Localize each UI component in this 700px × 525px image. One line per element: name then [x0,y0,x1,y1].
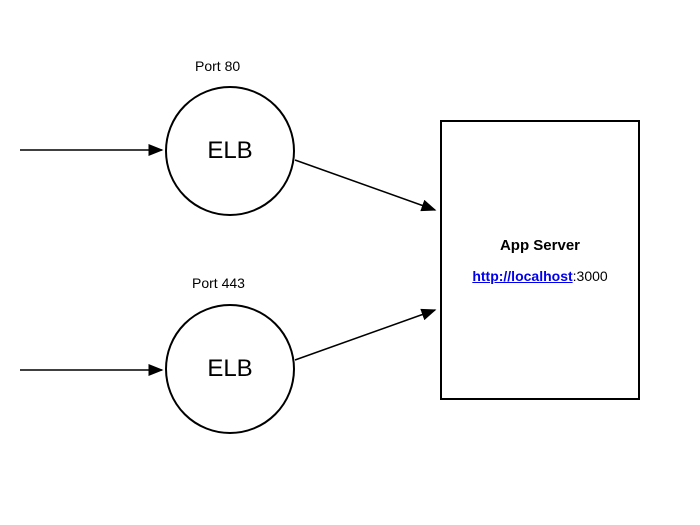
arrow-elb1-to-server [295,160,435,210]
port-443-label: Port 443 [192,275,245,291]
elb-1-text: ELB [207,137,252,165]
app-server-url: http://localhost:3000 [472,268,607,284]
port-80-label: Port 80 [195,58,240,74]
app-server-url-link[interactable]: http://localhost [472,268,572,284]
app-server-title: App Server [500,237,580,254]
diagram-canvas: Port 80 ELB Port 443 ELB App Server http… [0,0,700,525]
app-server-url-port: :3000 [573,268,608,284]
app-server-box: App Server http://localhost:3000 [440,120,640,400]
elb-node-1: ELB [165,86,295,216]
elb-node-2: ELB [165,304,295,434]
arrow-elb2-to-server [295,310,435,360]
elb-2-text: ELB [207,355,252,383]
